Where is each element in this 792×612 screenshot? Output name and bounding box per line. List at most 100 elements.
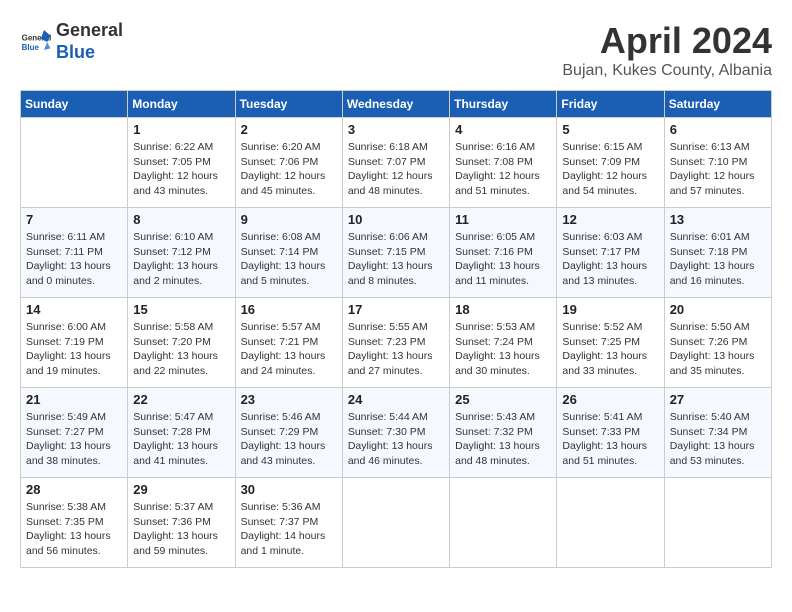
week-row-1: 1 Sunrise: 6:22 AM Sunset: 7:05 PM Daylig…: [21, 118, 772, 208]
day-info: Sunrise: 6:00 AM Sunset: 7:19 PM Dayligh…: [26, 320, 122, 379]
day-info: Sunrise: 5:36 AM Sunset: 7:37 PM Dayligh…: [241, 500, 337, 559]
day-number: 2: [241, 122, 337, 137]
week-row-4: 21 Sunrise: 5:49 AM Sunset: 7:27 PM Dayli…: [21, 388, 772, 478]
day-number: 19: [562, 302, 658, 317]
calendar-cell: 14 Sunrise: 6:00 AM Sunset: 7:19 PM Dayli…: [21, 298, 128, 388]
day-number: 11: [455, 212, 551, 227]
day-number: 12: [562, 212, 658, 227]
days-header-row: SundayMondayTuesdayWednesdayThursdayFrid…: [21, 91, 772, 118]
day-header-thursday: Thursday: [450, 91, 557, 118]
calendar-cell: 8 Sunrise: 6:10 AM Sunset: 7:12 PM Daylig…: [128, 208, 235, 298]
calendar-cell: 28 Sunrise: 5:38 AM Sunset: 7:35 PM Dayli…: [21, 478, 128, 568]
calendar-cell: 19 Sunrise: 5:52 AM Sunset: 7:25 PM Dayli…: [557, 298, 664, 388]
day-number: 28: [26, 482, 122, 497]
calendar-cell: 12 Sunrise: 6:03 AM Sunset: 7:17 PM Dayli…: [557, 208, 664, 298]
day-number: 16: [241, 302, 337, 317]
day-info: Sunrise: 6:03 AM Sunset: 7:17 PM Dayligh…: [562, 230, 658, 289]
day-number: 21: [26, 392, 122, 407]
logo-text: General Blue: [56, 20, 123, 62]
day-info: Sunrise: 5:53 AM Sunset: 7:24 PM Dayligh…: [455, 320, 551, 379]
day-info: Sunrise: 5:40 AM Sunset: 7:34 PM Dayligh…: [670, 410, 766, 469]
calendar-cell: 9 Sunrise: 6:08 AM Sunset: 7:14 PM Daylig…: [235, 208, 342, 298]
day-info: Sunrise: 6:06 AM Sunset: 7:15 PM Dayligh…: [348, 230, 444, 289]
day-header-friday: Friday: [557, 91, 664, 118]
calendar-cell: 15 Sunrise: 5:58 AM Sunset: 7:20 PM Dayli…: [128, 298, 235, 388]
day-number: 24: [348, 392, 444, 407]
day-info: Sunrise: 5:38 AM Sunset: 7:35 PM Dayligh…: [26, 500, 122, 559]
day-info: Sunrise: 6:11 AM Sunset: 7:11 PM Dayligh…: [26, 230, 122, 289]
day-info: Sunrise: 5:43 AM Sunset: 7:32 PM Dayligh…: [455, 410, 551, 469]
day-info: Sunrise: 5:52 AM Sunset: 7:25 PM Dayligh…: [562, 320, 658, 379]
day-info: Sunrise: 6:22 AM Sunset: 7:05 PM Dayligh…: [133, 140, 229, 199]
calendar-cell: 17Sunrise: 5:55 AM Sunset: 7:23 PM Dayli…: [342, 298, 449, 388]
calendar-cell: 25Sunrise: 5:43 AM Sunset: 7:32 PM Dayli…: [450, 388, 557, 478]
calendar-cell: 21 Sunrise: 5:49 AM Sunset: 7:27 PM Dayli…: [21, 388, 128, 478]
day-number: 7: [26, 212, 122, 227]
day-info: Sunrise: 6:13 AM Sunset: 7:10 PM Dayligh…: [670, 140, 766, 199]
day-number: 3: [348, 122, 444, 137]
logo: General Blue General Blue: [20, 20, 123, 63]
calendar-cell: [664, 478, 771, 568]
day-header-saturday: Saturday: [664, 91, 771, 118]
calendar-cell: 5Sunrise: 6:15 AM Sunset: 7:09 PM Daylig…: [557, 118, 664, 208]
calendar-cell: 13Sunrise: 6:01 AM Sunset: 7:18 PM Dayli…: [664, 208, 771, 298]
calendar-cell: 11 Sunrise: 6:05 AM Sunset: 7:16 PM Dayli…: [450, 208, 557, 298]
week-row-2: 7 Sunrise: 6:11 AM Sunset: 7:11 PM Daylig…: [21, 208, 772, 298]
day-number: 8: [133, 212, 229, 227]
day-info: Sunrise: 5:47 AM Sunset: 7:28 PM Dayligh…: [133, 410, 229, 469]
day-info: Sunrise: 6:08 AM Sunset: 7:14 PM Dayligh…: [241, 230, 337, 289]
page-header: General Blue General Blue April 2024 Buj…: [20, 20, 772, 80]
day-number: 14: [26, 302, 122, 317]
calendar-location: Bujan, Kukes County, Albania: [562, 62, 772, 80]
day-info: Sunrise: 5:50 AM Sunset: 7:26 PM Dayligh…: [670, 320, 766, 379]
day-info: Sunrise: 6:18 AM Sunset: 7:07 PM Dayligh…: [348, 140, 444, 199]
calendar-cell: 1 Sunrise: 6:22 AM Sunset: 7:05 PM Daylig…: [128, 118, 235, 208]
day-number: 15: [133, 302, 229, 317]
day-header-sunday: Sunday: [21, 91, 128, 118]
day-info: Sunrise: 6:15 AM Sunset: 7:09 PM Dayligh…: [562, 140, 658, 199]
day-header-tuesday: Tuesday: [235, 91, 342, 118]
calendar-cell: 29 Sunrise: 5:37 AM Sunset: 7:36 PM Dayli…: [128, 478, 235, 568]
day-info: Sunrise: 5:58 AM Sunset: 7:20 PM Dayligh…: [133, 320, 229, 379]
day-number: 20: [670, 302, 766, 317]
calendar-cell: 10 Sunrise: 6:06 AM Sunset: 7:15 PM Dayli…: [342, 208, 449, 298]
day-number: 4: [455, 122, 551, 137]
calendar-cell: 2 Sunrise: 6:20 AM Sunset: 7:06 PM Daylig…: [235, 118, 342, 208]
day-info: Sunrise: 5:49 AM Sunset: 7:27 PM Dayligh…: [26, 410, 122, 469]
calendar-cell: 18Sunrise: 5:53 AM Sunset: 7:24 PM Dayli…: [450, 298, 557, 388]
day-info: Sunrise: 5:44 AM Sunset: 7:30 PM Dayligh…: [348, 410, 444, 469]
calendar-cell: 16 Sunrise: 5:57 AM Sunset: 7:21 PM Dayli…: [235, 298, 342, 388]
day-info: Sunrise: 6:05 AM Sunset: 7:16 PM Dayligh…: [455, 230, 551, 289]
day-number: 9: [241, 212, 337, 227]
day-number: 30: [241, 482, 337, 497]
calendar-cell: 22 Sunrise: 5:47 AM Sunset: 7:28 PM Dayli…: [128, 388, 235, 478]
day-info: Sunrise: 5:37 AM Sunset: 7:36 PM Dayligh…: [133, 500, 229, 559]
day-number: 1: [133, 122, 229, 137]
day-number: 29: [133, 482, 229, 497]
week-row-5: 28 Sunrise: 5:38 AM Sunset: 7:35 PM Dayli…: [21, 478, 772, 568]
calendar-cell: 26Sunrise: 5:41 AM Sunset: 7:33 PM Dayli…: [557, 388, 664, 478]
day-number: 17: [348, 302, 444, 317]
calendar-cell: 23Sunrise: 5:46 AM Sunset: 7:29 PM Dayli…: [235, 388, 342, 478]
day-info: Sunrise: 5:57 AM Sunset: 7:21 PM Dayligh…: [241, 320, 337, 379]
svg-text:Blue: Blue: [22, 43, 40, 52]
logo-icon: General Blue: [20, 26, 52, 58]
day-number: 22: [133, 392, 229, 407]
calendar-cell: 6 Sunrise: 6:13 AM Sunset: 7:10 PM Daylig…: [664, 118, 771, 208]
calendar-cell: [450, 478, 557, 568]
day-number: 26: [562, 392, 658, 407]
calendar-cell: 3 Sunrise: 6:18 AM Sunset: 7:07 PM Daylig…: [342, 118, 449, 208]
day-info: Sunrise: 6:10 AM Sunset: 7:12 PM Dayligh…: [133, 230, 229, 289]
day-header-monday: Monday: [128, 91, 235, 118]
calendar-table: SundayMondayTuesdayWednesdayThursdayFrid…: [20, 90, 772, 568]
day-number: 6: [670, 122, 766, 137]
day-info: Sunrise: 6:20 AM Sunset: 7:06 PM Dayligh…: [241, 140, 337, 199]
day-header-wednesday: Wednesday: [342, 91, 449, 118]
calendar-title: April 2024: [562, 20, 772, 62]
calendar-cell: [557, 478, 664, 568]
day-number: 27: [670, 392, 766, 407]
day-number: 10: [348, 212, 444, 227]
calendar-cell: 24 Sunrise: 5:44 AM Sunset: 7:30 PM Dayli…: [342, 388, 449, 478]
day-info: Sunrise: 6:01 AM Sunset: 7:18 PM Dayligh…: [670, 230, 766, 289]
day-number: 23: [241, 392, 337, 407]
